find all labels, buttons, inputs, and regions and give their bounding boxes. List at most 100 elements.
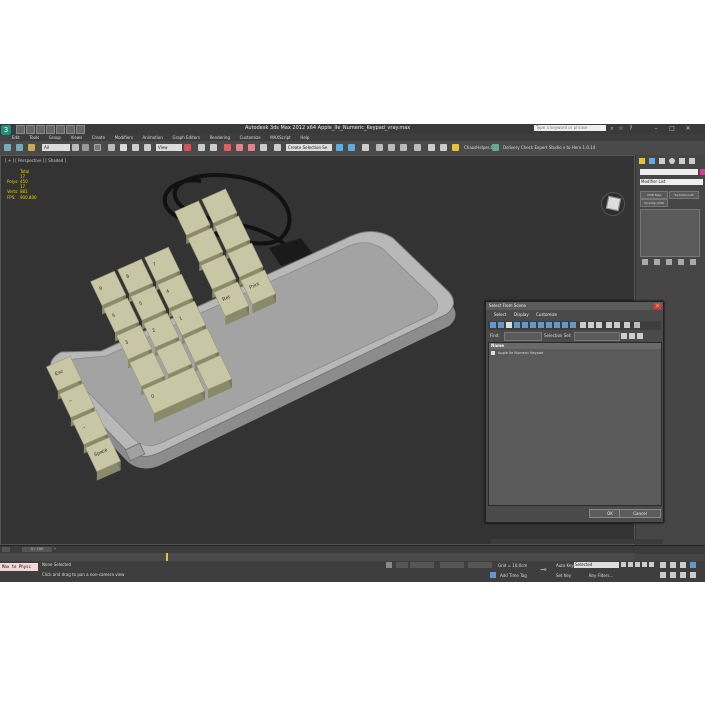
project-folder-icon[interactable] — [76, 125, 85, 134]
display-containers-icon[interactable] — [562, 322, 568, 328]
play-icon[interactable] — [635, 562, 640, 567]
delete-selection-set-icon[interactable] — [629, 333, 635, 339]
material-editor-icon[interactable] — [414, 144, 421, 151]
display-geometry-icon[interactable] — [490, 322, 496, 328]
snaps-toggle-icon[interactable] — [224, 144, 231, 151]
open-file-icon[interactable] — [26, 125, 35, 134]
edit-named-selection-icon[interactable] — [274, 144, 281, 151]
go-to-start-icon[interactable] — [621, 562, 626, 567]
next-key-icon[interactable] — [642, 562, 647, 567]
object-name[interactable]: Apple IIe Numeric Keypad — [498, 351, 543, 355]
filter-icon[interactable] — [634, 322, 640, 328]
graphite-ribbon-icon[interactable] — [376, 144, 383, 151]
menu-graph-editors[interactable]: Graph Editors — [173, 134, 200, 141]
select-object-icon[interactable] — [72, 144, 79, 151]
zoom-icon[interactable] — [660, 562, 666, 568]
link-icon[interactable] — [28, 144, 35, 151]
named-selection-dropdown[interactable]: Create Selection Se — [286, 144, 332, 151]
maximize-icon[interactable]: □ — [668, 125, 676, 132]
remove-modifier-icon[interactable] — [678, 259, 684, 265]
rotate-icon[interactable] — [132, 144, 139, 151]
new-file-icon[interactable] — [16, 125, 25, 134]
select-all-icon[interactable] — [580, 322, 586, 328]
display-spacewarps-icon[interactable] — [530, 322, 536, 328]
display-frozen-icon[interactable] — [570, 322, 576, 328]
dialog-menu-customize[interactable]: Customize — [536, 312, 557, 317]
menu-edit[interactable]: Edit — [12, 134, 20, 141]
key-mode-icon[interactable]: ⊸ — [540, 565, 550, 575]
select-manipulate-icon[interactable] — [198, 144, 205, 151]
viewcube[interactable] — [601, 192, 625, 216]
move-icon[interactable] — [120, 144, 127, 151]
menu-rendering[interactable]: Rendering — [210, 134, 230, 141]
object-name-field[interactable] — [640, 169, 698, 175]
zoom-extents-icon[interactable] — [680, 562, 686, 568]
schematic-view-icon[interactable] — [400, 144, 407, 151]
modify-tab-icon[interactable] — [649, 158, 655, 164]
create-selection-set-icon[interactable] — [621, 333, 627, 339]
layer-manager-icon[interactable] — [362, 144, 369, 151]
hierarchy-tab-icon[interactable] — [659, 158, 665, 164]
unwrap-uvw-button[interactable]: Unwrap UVW — [640, 199, 668, 207]
rendered-frame-window-icon[interactable] — [440, 144, 447, 151]
show-end-result-icon[interactable] — [654, 259, 660, 265]
menu-tools[interactable]: Tools — [29, 134, 39, 141]
cancel-button[interactable]: Cancel — [619, 509, 661, 518]
align-icon[interactable] — [348, 144, 355, 151]
modifier-stack[interactable] — [640, 209, 700, 257]
display-bones-icon[interactable] — [554, 322, 560, 328]
time-tag-icon[interactable] — [490, 572, 496, 578]
redo-toolbar-icon[interactable] — [16, 144, 23, 151]
zoom-all-icon[interactable] — [670, 562, 676, 568]
create-tab-icon[interactable] — [639, 158, 645, 164]
dialog-title[interactable]: Select From Scene — [486, 302, 663, 310]
lock-selection-icon[interactable] — [386, 562, 392, 568]
key-filters-button[interactable]: Key Filters... — [589, 573, 613, 578]
menu-modifiers[interactable]: Modifiers — [115, 134, 133, 141]
selected-keys-dropdown[interactable]: Selected — [574, 562, 619, 568]
menu-group[interactable]: Group — [49, 134, 61, 141]
display-shapes-icon[interactable] — [498, 322, 504, 328]
current-frame-marker[interactable] — [166, 553, 168, 561]
z-coordinate-field[interactable] — [468, 562, 492, 568]
minimize-icon[interactable]: – — [652, 125, 660, 132]
object-color-swatch[interactable] — [700, 169, 705, 175]
menu-help[interactable]: Help — [300, 134, 309, 141]
configure-modifier-sets-icon[interactable] — [690, 259, 696, 265]
undo-toolbar-icon[interactable] — [4, 144, 11, 151]
go-to-end-icon[interactable] — [649, 562, 654, 567]
save-file-icon[interactable] — [36, 125, 45, 134]
add-time-tag-button[interactable]: Add Time Tag — [500, 573, 527, 578]
pivot-center-icon[interactable] — [184, 144, 191, 151]
hold-icon[interactable] — [66, 125, 75, 134]
close-icon[interactable]: ✕ — [684, 125, 692, 132]
render-production-icon[interactable] — [452, 144, 459, 151]
dialog-menu-display[interactable]: Display — [514, 312, 529, 317]
keyboard-shortcut-icon[interactable] — [210, 144, 217, 151]
curve-editor-icon[interactable] — [388, 144, 395, 151]
scene-object-list[interactable]: Name Apple IIe Numeric Keypad — [488, 342, 663, 544]
y-coordinate-field[interactable] — [440, 562, 464, 568]
region-select-icon[interactable] — [94, 144, 101, 151]
select-none-icon[interactable] — [588, 322, 594, 328]
set-key-button[interactable]: Set Key — [556, 573, 571, 578]
display-lights-icon[interactable] — [506, 322, 512, 328]
viewcube-box[interactable] — [605, 195, 622, 212]
pan-view-icon[interactable] — [670, 572, 676, 578]
selection-set-dropdown[interactable] — [574, 332, 620, 341]
selection-filter-dropdown[interactable]: All — [42, 144, 70, 151]
undo-icon[interactable] — [46, 125, 55, 134]
search-icon[interactable]: ⌕ — [608, 125, 616, 132]
list-item[interactable]: Apple IIe Numeric Keypad — [489, 350, 661, 356]
redo-icon[interactable] — [56, 125, 65, 134]
scale-icon[interactable] — [144, 144, 151, 151]
orbit-icon[interactable] — [680, 572, 686, 578]
render-setup-icon[interactable] — [428, 144, 435, 151]
prev-frame-icon[interactable] — [2, 547, 10, 552]
window-crossing-icon[interactable] — [108, 144, 115, 151]
field-of-view-icon[interactable] — [660, 572, 666, 578]
make-unique-icon[interactable] — [666, 259, 672, 265]
favorites-icon[interactable]: ☆ — [617, 125, 625, 132]
turbosmooth-button[interactable]: TurboSmooth — [669, 191, 699, 199]
help-icon[interactable]: ? — [627, 125, 635, 132]
